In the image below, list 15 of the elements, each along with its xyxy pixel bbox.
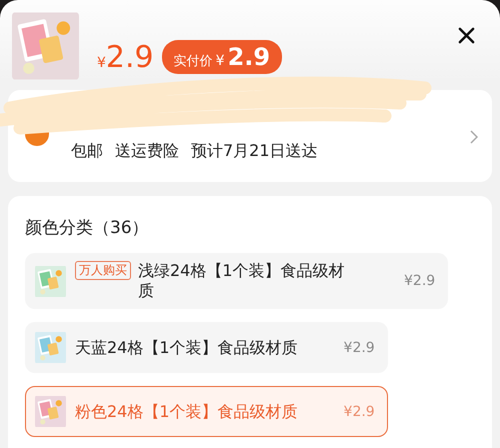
delivery-text: 包邮 xyxy=(71,141,103,162)
option-price: ¥2.9 xyxy=(344,340,375,356)
option-label: 天蓝24格【1个装】食品级材质 xyxy=(75,338,298,358)
option-label: 浅绿24格【1个装】食品级材质 xyxy=(138,261,346,301)
option-item[interactable]: 万人购买 浅绿24格【1个装】食品级材质 ¥2.9 xyxy=(25,253,448,309)
tag-label: 万人购买 xyxy=(75,261,131,280)
section-title: 颜色分类（36） xyxy=(25,217,150,239)
delivery-text: 送运费险 xyxy=(115,141,179,162)
actual-price-badge: 实付价 ¥2.9 xyxy=(162,40,282,74)
option-price: ¥2.9 xyxy=(404,273,436,289)
delivery-text: 预计7月21日送达 xyxy=(191,141,318,162)
option-label: 粉色24格【1个装】食品级材质 xyxy=(75,402,298,422)
option-item[interactable]: 天蓝24格【1个装】食品级材质 ¥2.9 xyxy=(25,322,388,373)
price: ¥2.9 xyxy=(97,40,154,74)
option-price: ¥2.9 xyxy=(344,404,375,420)
